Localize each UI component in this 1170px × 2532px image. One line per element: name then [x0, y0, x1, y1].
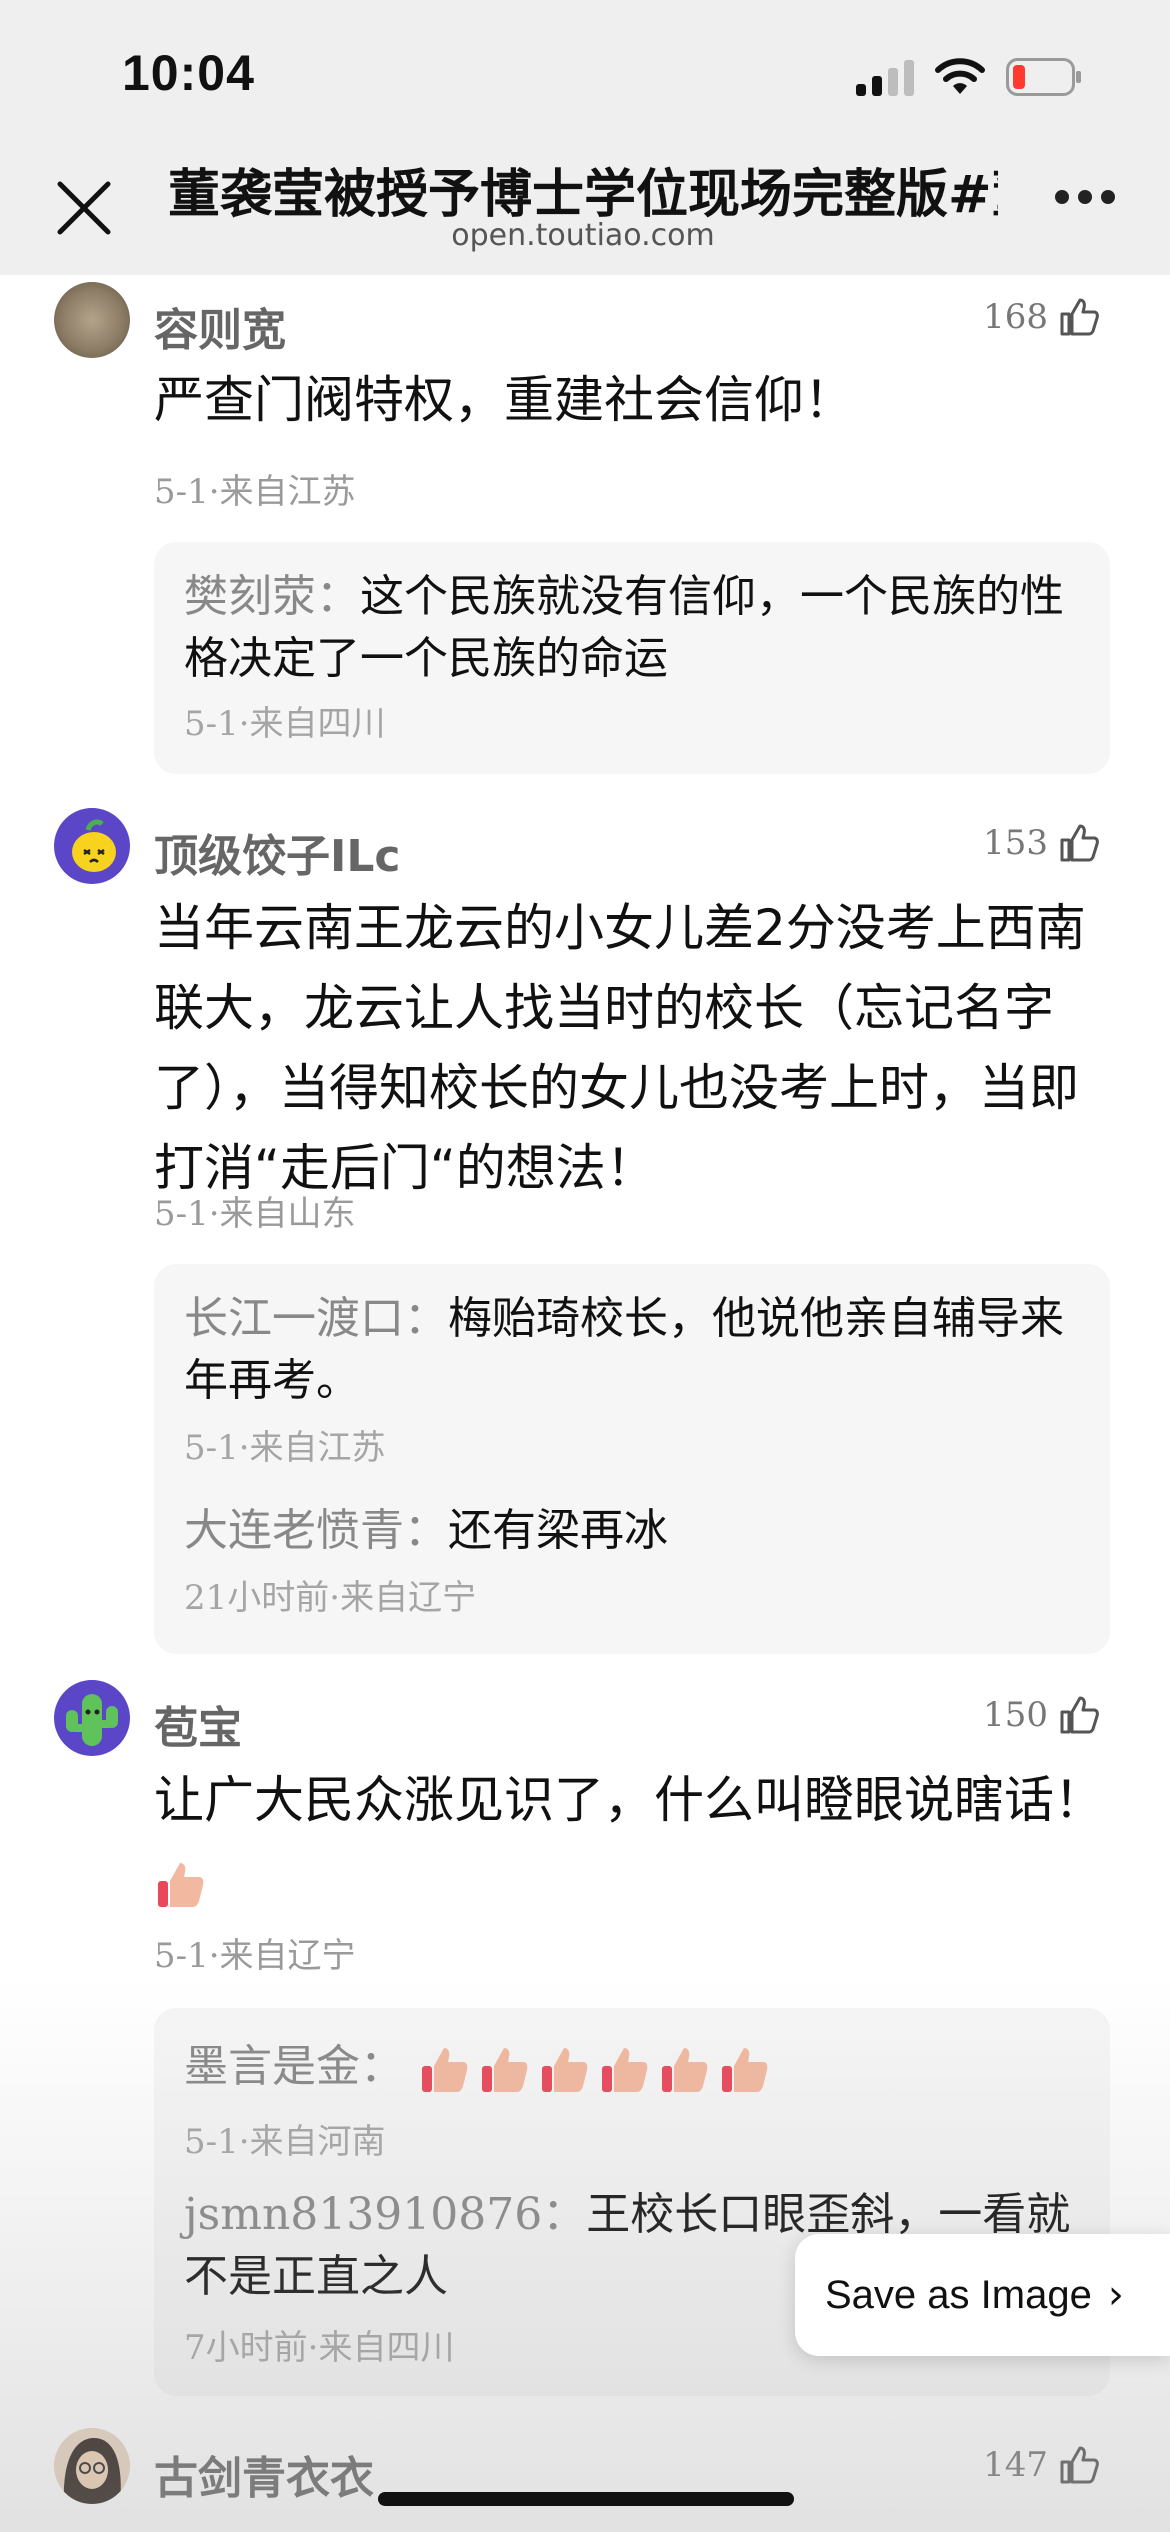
lemon-face-icon — [72, 819, 116, 872]
thumbs-up-emoji-icon — [158, 1862, 204, 1907]
reply-text: 大连老愤青：还有梁再冰 — [184, 1505, 668, 1556]
thumbs-up-emoji-icon — [602, 2048, 648, 2092]
page-title: 董袭莹被授予博士学位现场完整版#董 — [168, 165, 998, 225]
more-options-icon[interactable] — [1055, 190, 1115, 214]
wifi-icon — [935, 58, 985, 94]
avatar[interactable] — [54, 2428, 130, 2504]
comment-meta: 5-1·来自山东 — [154, 1194, 356, 1234]
reply-meta: 5-1·来自河南 — [184, 2122, 386, 2162]
status-time: 10:04 — [122, 45, 255, 101]
page-domain: open.toutiao.com — [451, 218, 715, 253]
comment-meta: 5-1·来自辽宁 — [154, 1936, 356, 1976]
reply-text: 墨言是金： — [184, 2036, 1084, 2098]
avatar[interactable] — [54, 282, 130, 358]
save-as-image-button[interactable]: Save as Image › — [795, 2234, 1170, 2356]
reply-author[interactable]: 墨言是金： — [184, 2041, 404, 2092]
reply-text: 樊刻荥：这个民族就没有信仰，一个民族的性格决定了一个民族的命运 — [184, 571, 1064, 684]
thumbs-up-emoji-row — [418, 2041, 778, 2092]
thumbs-up-emoji-icon — [662, 2048, 708, 2092]
home-indicator[interactable] — [378, 2492, 794, 2506]
top-bar: 10:04 董袭莹被授予博士学位现场完整版#董 open.toutiao.com — [0, 0, 1170, 275]
battery-icon — [1006, 58, 1081, 96]
cellular-signal-icon — [856, 60, 916, 96]
thumbs-up-icon — [1060, 298, 1099, 336]
reply-meta: 5-1·来自江苏 — [184, 1428, 386, 1468]
comment-text: 让广大民众涨见识了，什么叫瞪眼说瞎话！ — [154, 1760, 1114, 1920]
reply-box[interactable]: 长江一渡口：梅贻琦校长，他说他亲自辅导来年再考。 5-1·来自江苏 大连老愤青：… — [154, 1264, 1110, 1654]
comment-text: 严查门阀特权，重建社会信仰！ — [154, 371, 854, 429]
chevron-right-icon: › — [1107, 2272, 1124, 2318]
thumbs-up-emoji-icon — [542, 2048, 588, 2092]
reply-author[interactable]: 长江一渡口： — [184, 1293, 448, 1344]
reply-meta: 7小时前·来自四川 — [184, 2328, 455, 2368]
comment-author[interactable]: 古剑青衣衣 — [154, 2442, 374, 2506]
like-button[interactable]: 147 — [983, 2444, 1100, 2486]
comment-author[interactable]: 顶级饺子ILc — [154, 820, 401, 884]
save-as-image-label: Save as Image — [825, 2272, 1092, 2317]
portrait-icon — [63, 2438, 121, 2504]
reply-author[interactable]: 樊刻荥： — [184, 571, 360, 622]
like-count: 147 — [983, 2445, 1048, 2485]
reply-author[interactable]: 大连老愤青： — [184, 1505, 448, 1556]
close-icon[interactable] — [54, 178, 114, 238]
reply-meta: 21小时前·来自辽宁 — [184, 1578, 477, 1618]
like-count: 153 — [983, 823, 1048, 863]
reply-text: 长江一渡口：梅贻琦校长，他说他亲自辅导来年再考。 — [184, 1293, 1064, 1406]
thumbs-up-icon — [1060, 1696, 1099, 1734]
avatar[interactable] — [54, 808, 130, 884]
thumbs-up-emoji-icon — [482, 2048, 528, 2092]
comment-text: 当年云南王龙云的小女儿差2分没考上西南联大，龙云让人找当时的校长（忘记名字了），… — [154, 899, 1086, 1197]
reply-box[interactable]: 樊刻荥：这个民族就没有信仰，一个民族的性格决定了一个民族的命运 5-1·来自四川 — [154, 542, 1110, 774]
comment-author[interactable]: 苞宝 — [154, 1692, 242, 1756]
comment-meta: 5-1·来自江苏 — [154, 472, 356, 512]
thumbs-up-emoji-icon — [722, 2048, 768, 2092]
like-button[interactable]: 153 — [983, 822, 1100, 864]
like-count: 150 — [983, 1695, 1048, 1735]
avatar[interactable] — [54, 1680, 130, 1756]
reply-meta: 5-1·来自四川 — [184, 704, 386, 744]
thumbs-up-icon — [1060, 2446, 1099, 2484]
like-button[interactable]: 150 — [983, 1694, 1100, 1736]
thumbs-up-icon — [1060, 824, 1099, 862]
like-count: 168 — [983, 297, 1048, 337]
thumbs-up-emoji-icon — [422, 2048, 468, 2092]
like-button[interactable]: 168 — [983, 296, 1100, 338]
cactus-icon — [66, 1694, 118, 1746]
reply-author[interactable]: jsmn813910876： — [184, 2189, 586, 2240]
comment-author[interactable]: 容则宽 — [154, 294, 286, 358]
